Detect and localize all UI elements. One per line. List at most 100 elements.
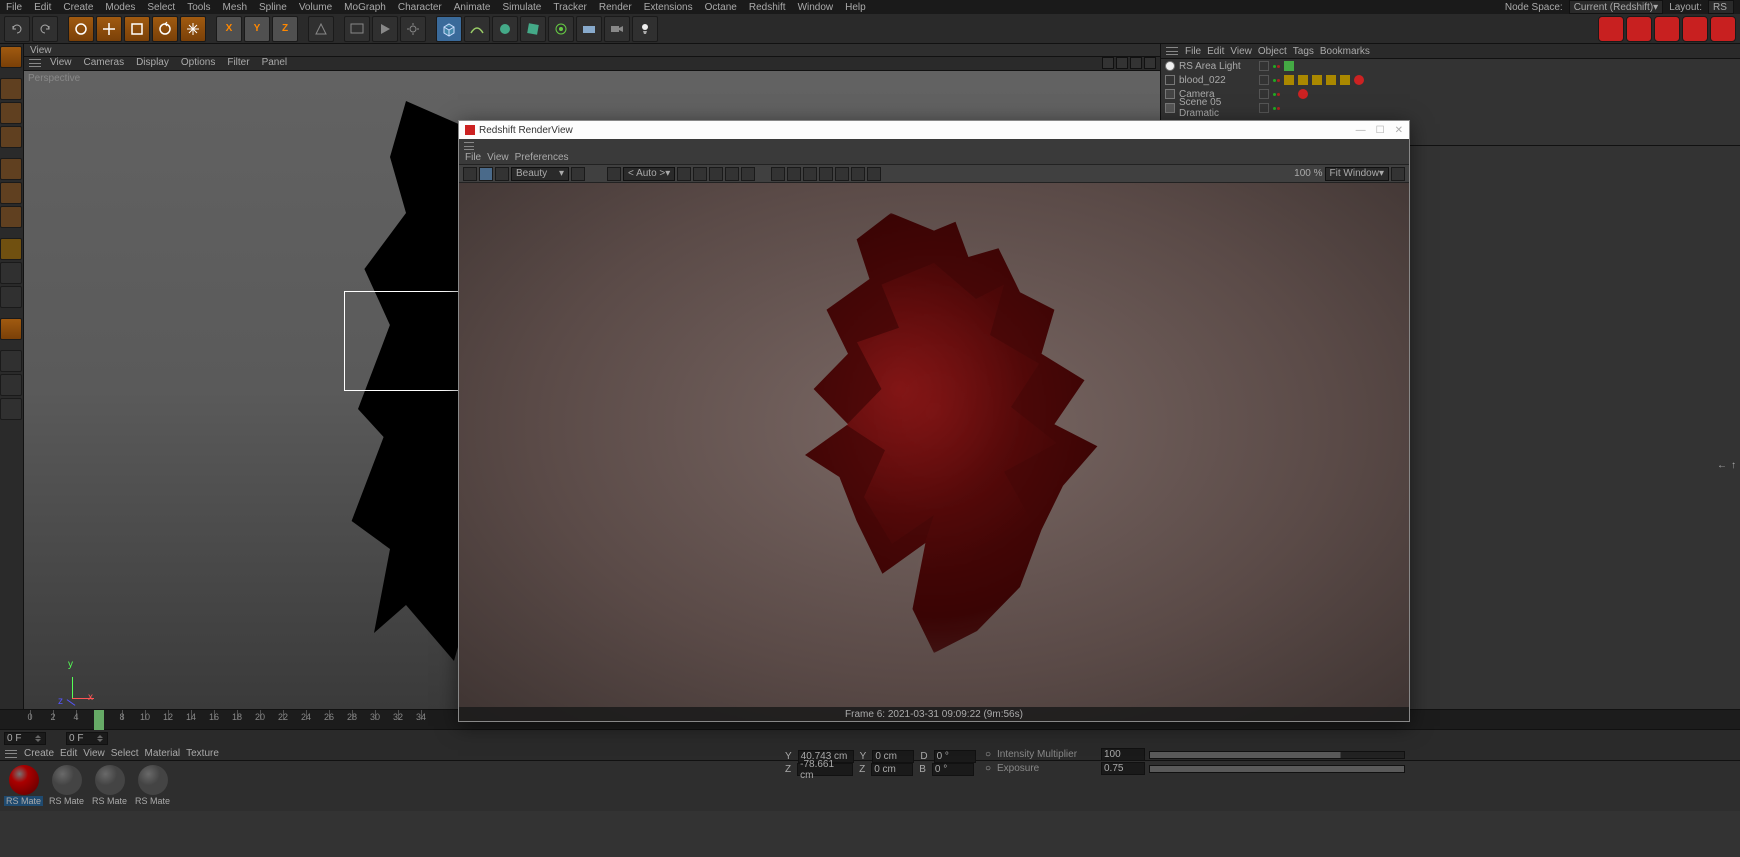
- renderview-titlebar[interactable]: Redshift RenderView — ☐ ✕: [459, 121, 1409, 139]
- rv-disp7-icon[interactable]: [867, 167, 881, 181]
- material-item[interactable]: RS Mate: [4, 765, 43, 807]
- rv-bucket-dropdown[interactable]: < Auto >▾: [623, 167, 675, 181]
- tag-icon[interactable]: [1312, 75, 1322, 85]
- menu-animate[interactable]: Animate: [448, 2, 497, 13]
- visibility-toggle[interactable]: [1259, 89, 1269, 99]
- vp-toggle-icon[interactable]: [1144, 57, 1156, 69]
- menu-render[interactable]: Render: [593, 2, 638, 13]
- mat-menu-select[interactable]: Select: [111, 748, 139, 759]
- size-y-field[interactable]: 0 cm: [872, 750, 914, 763]
- viewmenu-display[interactable]: Display: [132, 57, 173, 70]
- om-menu-file[interactable]: File: [1185, 46, 1201, 57]
- render-pv-button[interactable]: [372, 16, 398, 42]
- menu-extensions[interactable]: Extensions: [638, 2, 699, 13]
- nav-back-icon[interactable]: ←: [1717, 460, 1727, 471]
- material-item[interactable]: RS Mate: [90, 765, 129, 807]
- rv-snap3-icon[interactable]: [741, 167, 755, 181]
- rv-menu-file[interactable]: File: [465, 152, 481, 163]
- menu-help[interactable]: Help: [839, 2, 872, 13]
- scale-tool[interactable]: [124, 16, 150, 42]
- tag-icon[interactable]: [1326, 75, 1336, 85]
- add-cube-button[interactable]: [436, 16, 462, 42]
- render-dots[interactable]: [1273, 79, 1280, 82]
- menu-spline[interactable]: Spline: [253, 2, 293, 13]
- material-item[interactable]: RS Mate: [133, 765, 172, 807]
- visibility-toggle[interactable]: [1259, 103, 1269, 113]
- redshift-icon-5[interactable]: [1710, 16, 1736, 42]
- menu-octane[interactable]: Octane: [699, 2, 743, 13]
- viewmenu-options[interactable]: Options: [177, 57, 219, 70]
- menu-window[interactable]: Window: [792, 2, 840, 13]
- axis-x-toggle[interactable]: X: [216, 16, 242, 42]
- rot-b-field[interactable]: 0 °: [932, 763, 974, 776]
- planar-workplane[interactable]: [0, 374, 22, 396]
- rv-aov-dropdown[interactable]: Beauty▾: [511, 167, 569, 181]
- viewport-solo[interactable]: [0, 318, 22, 340]
- rv-disp2-icon[interactable]: [787, 167, 801, 181]
- redshift-icon-4[interactable]: [1682, 16, 1708, 42]
- menu-mograph[interactable]: MoGraph: [338, 2, 392, 13]
- rv-disp1-icon[interactable]: [771, 167, 785, 181]
- menu-redshift[interactable]: Redshift: [743, 2, 792, 13]
- snap-mode[interactable]: [0, 286, 22, 308]
- material-tag-icon[interactable]: [1354, 75, 1364, 85]
- playhead[interactable]: [94, 710, 104, 730]
- pos-z-field[interactable]: -78.661 cm: [797, 763, 853, 776]
- rv-ipr-button[interactable]: [479, 167, 493, 181]
- om-item[interactable]: blood_022: [1161, 73, 1740, 87]
- rv-menu-preferences[interactable]: Preferences: [515, 152, 569, 163]
- model-mode[interactable]: [0, 46, 22, 68]
- om-menu-icon[interactable]: [1165, 45, 1179, 57]
- menu-character[interactable]: Character: [392, 2, 448, 13]
- exposure-slider[interactable]: [1149, 765, 1405, 773]
- rv-refresh-button[interactable]: [495, 167, 509, 181]
- om-menu-tags[interactable]: Tags: [1293, 46, 1314, 57]
- mat-menu-material[interactable]: Material: [145, 748, 181, 759]
- rv-snap2-icon[interactable]: [725, 167, 739, 181]
- undo-button[interactable]: [4, 16, 30, 42]
- rv-disp5-icon[interactable]: [835, 167, 849, 181]
- vp-rotate-icon[interactable]: [1130, 57, 1142, 69]
- om-menu-edit[interactable]: Edit: [1207, 46, 1224, 57]
- viewmenu-filter[interactable]: Filter: [223, 57, 253, 70]
- mat-menu-icon[interactable]: [4, 748, 18, 760]
- intensity-slider[interactable]: [1149, 751, 1405, 759]
- menu-create[interactable]: Create: [57, 2, 99, 13]
- menu-file[interactable]: File: [0, 2, 28, 13]
- redo-button[interactable]: [32, 16, 58, 42]
- rv-settings-icon[interactable]: [1391, 167, 1405, 181]
- tag-icon[interactable]: [1298, 75, 1308, 85]
- rv-aov-icon[interactable]: [571, 167, 585, 181]
- mat-menu-edit[interactable]: Edit: [60, 748, 77, 759]
- tag-icon[interactable]: [1284, 89, 1294, 99]
- renderview-canvas[interactable]: Frame 6: 2021-03-31 09:09:22 (9m:56s): [459, 183, 1409, 721]
- tag-icon[interactable]: [1340, 75, 1350, 85]
- coord-system-button[interactable]: [308, 16, 334, 42]
- layout-dropdown[interactable]: RS: [1708, 0, 1734, 14]
- viewmenu-view[interactable]: View: [46, 57, 76, 70]
- add-light-button[interactable]: [632, 16, 658, 42]
- menu-tools[interactable]: Tools: [181, 2, 216, 13]
- om-menu-bookmarks[interactable]: Bookmarks: [1320, 46, 1370, 57]
- menu-edit[interactable]: Edit: [28, 2, 57, 13]
- menu-volume[interactable]: Volume: [293, 2, 338, 13]
- menu-simulate[interactable]: Simulate: [496, 2, 547, 13]
- add-spline-button[interactable]: [464, 16, 490, 42]
- add-environment-button[interactable]: [576, 16, 602, 42]
- material-item[interactable]: RS Mate: [47, 765, 86, 807]
- lastused-tool[interactable]: [180, 16, 206, 42]
- rv-menu-view[interactable]: View: [487, 152, 509, 163]
- rv-disp6-icon[interactable]: [851, 167, 865, 181]
- points-mode[interactable]: [0, 158, 22, 180]
- window-maximize-button[interactable]: ☐: [1376, 125, 1385, 136]
- menu-mesh[interactable]: Mesh: [217, 2, 253, 13]
- render-dots[interactable]: [1273, 65, 1280, 68]
- mat-menu-create[interactable]: Create: [24, 748, 54, 759]
- mat-menu-view[interactable]: View: [83, 748, 105, 759]
- timeline-start-field[interactable]: 0 F: [4, 732, 46, 745]
- rv-disp4-icon[interactable]: [819, 167, 833, 181]
- render-dots[interactable]: [1273, 93, 1280, 96]
- redshift-icon-2[interactable]: [1626, 16, 1652, 42]
- move-tool[interactable]: [96, 16, 122, 42]
- rot-d-field[interactable]: 0 °: [934, 750, 976, 763]
